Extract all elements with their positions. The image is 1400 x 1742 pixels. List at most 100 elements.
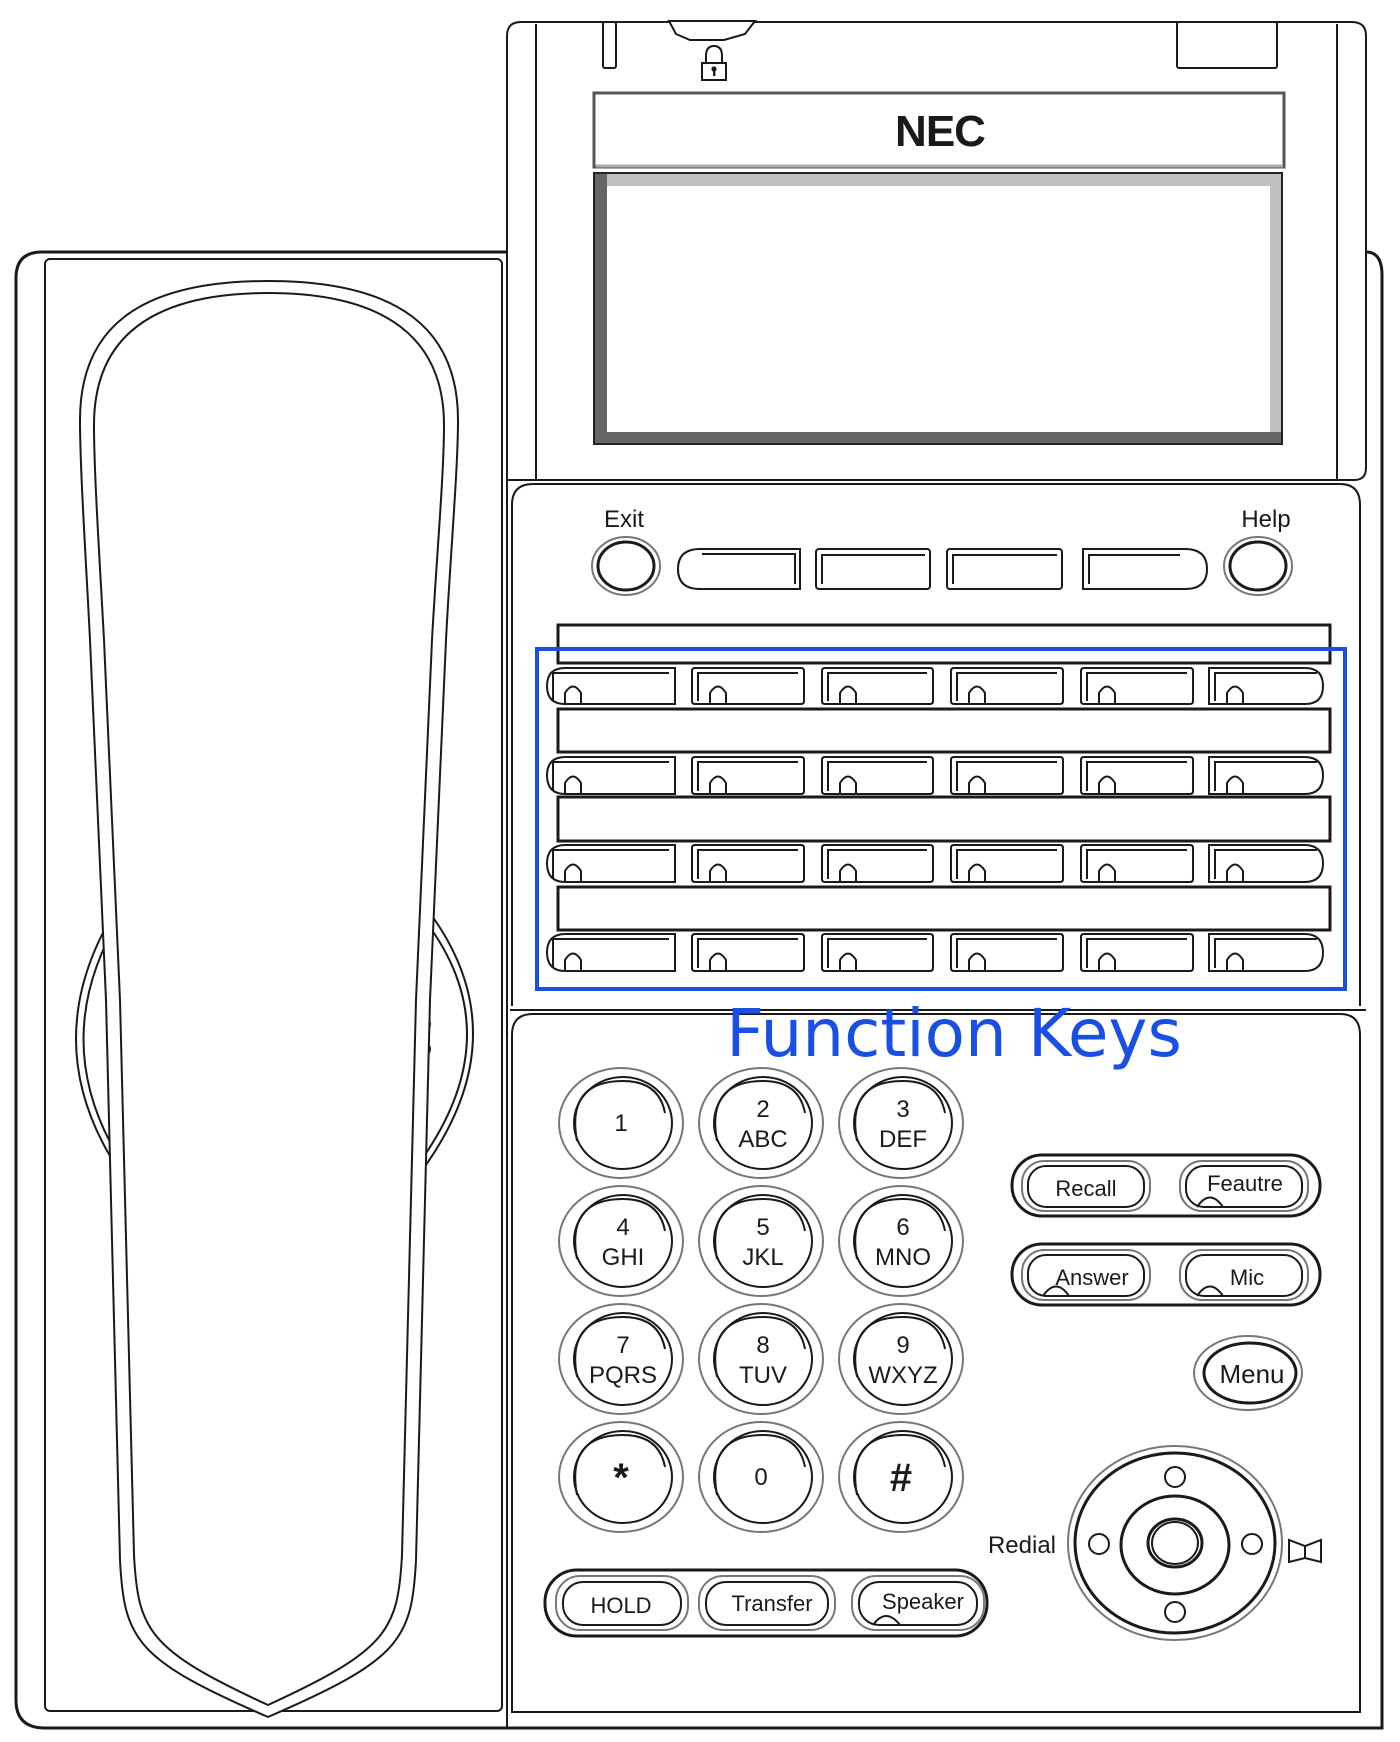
recall-button[interactable]: Recall [1027,1165,1145,1208]
softkey-4[interactable] [1082,548,1209,590]
dial-key-letters: MNO [875,1244,931,1271]
dial-key-2[interactable]: 2 ABC [698,1067,824,1179]
dial-key-letters: ABC [738,1126,787,1153]
dial-key-1[interactable]: 1 [558,1067,684,1179]
answer-label: Answer [1055,1265,1128,1290]
dial-key-3[interactable]: 3 DEF [838,1067,964,1179]
answer-button[interactable]: Answer [1027,1254,1145,1297]
recall-label: Recall [1055,1176,1116,1201]
dial-key-digit: * [613,1456,629,1500]
mic-button[interactable]: Mic [1185,1254,1303,1297]
function-key[interactable] [691,844,805,883]
exit-button[interactable] [591,536,661,596]
function-key[interactable] [821,756,934,795]
feature-button[interactable]: Feautre [1185,1165,1303,1208]
hold-label: HOLD [590,1593,651,1618]
dial-key-digit: 8 [756,1332,769,1359]
nav-ring[interactable] [1119,1494,1231,1596]
function-key[interactable] [950,844,1064,883]
function-key[interactable] [1208,667,1325,705]
menu-button[interactable]: Menu [1193,1335,1303,1411]
dial-key-digit: 2 [756,1096,769,1123]
status-led-slot [602,21,617,69]
nav-down-button[interactable] [1164,1601,1186,1623]
dial-key-letters: TUV [739,1362,787,1389]
top-right-tab [1176,21,1278,69]
dial-key-letters: GHI [602,1244,645,1271]
function-key[interactable] [545,933,676,972]
softkey-3[interactable] [946,548,1063,590]
nav-right-directory-button[interactable] [1241,1533,1263,1555]
function-key[interactable] [821,667,934,705]
function-key-label-strip [556,623,1332,665]
navigation-cursor [1067,1445,1283,1641]
help-button[interactable] [1223,536,1293,596]
feature-label: Feautre [1207,1171,1283,1196]
function-key[interactable] [691,933,805,972]
function-key[interactable] [1208,933,1325,972]
telephone-diagram: NEC Exit Help Function Keys 12ABC3DEF4GH… [14,20,1384,1730]
function-key[interactable] [1208,844,1325,883]
dial-key-0[interactable]: 0 [698,1421,824,1533]
dial-key-star[interactable]: * [558,1421,684,1533]
dial-key-digit: 1 [614,1110,627,1137]
dial-key-pound[interactable]: # [838,1421,964,1533]
brand-logo: NEC [895,107,985,156]
speaker-button[interactable]: Speaker [858,1581,978,1626]
function-key[interactable] [821,933,934,972]
function-key[interactable] [691,756,805,795]
function-key[interactable] [1080,756,1194,795]
nav-up-button[interactable] [1164,1466,1186,1488]
dial-key-5[interactable]: 5 JKL [698,1185,824,1297]
dial-key-letters: WXYZ [868,1362,937,1389]
dial-key-letters: JKL [742,1244,783,1271]
function-key[interactable] [1208,756,1325,795]
function-key[interactable] [1080,933,1194,972]
dial-key-letters: PQRS [589,1362,657,1389]
dial-key-digit: 6 [896,1214,909,1241]
function-keys-callout: Function Keys [726,995,1182,1072]
exit-label: Exit [604,506,644,533]
dial-key-digit: 3 [896,1096,909,1123]
function-key[interactable] [950,756,1064,795]
function-key-label-strip [556,885,1332,932]
softkey-1[interactable] [676,548,801,590]
function-keys-group [545,623,1332,972]
lcd-screen [593,172,1283,445]
menu-label: Menu [1219,1359,1284,1389]
function-key[interactable] [545,667,676,705]
handset[interactable] [78,279,460,1719]
display-head: NEC [506,20,1367,481]
dial-key-8[interactable]: 8 TUV [698,1303,824,1415]
function-key[interactable] [691,667,805,705]
dial-keypad: 1 2 ABC 3 DEF 4 GHI 5 JKL 6 MNO 7 PQRS 8 TUV 9 WXYZ * 0 # [558,1067,964,1533]
function-key[interactable] [1080,667,1194,705]
function-key[interactable] [545,844,676,883]
dial-key-digit: 9 [896,1332,909,1359]
redial-label: Redial [988,1532,1056,1559]
dial-key-digit: 0 [754,1464,767,1491]
dial-key-4[interactable]: 4 GHI [558,1185,684,1297]
dial-key-7[interactable]: 7 PQRS [558,1303,684,1415]
function-key[interactable] [1080,844,1194,883]
function-key[interactable] [950,933,1064,972]
dial-key-digit: 7 [616,1332,629,1359]
transfer-label: Transfer [731,1591,812,1616]
transfer-button[interactable]: Transfer [705,1581,829,1626]
dial-key-digit: # [890,1456,912,1500]
help-label: Help [1241,506,1290,533]
dial-key-6[interactable]: 6 MNO [838,1185,964,1297]
function-key[interactable] [950,667,1064,705]
function-key[interactable] [545,756,676,795]
dial-key-digit: 5 [756,1214,769,1241]
function-key-label-strip [556,795,1332,843]
mic-label: Mic [1230,1265,1264,1290]
speaker-label: Speaker [882,1589,964,1614]
nav-left-redial-button[interactable] [1088,1533,1110,1555]
book-icon [1288,1538,1322,1564]
function-key[interactable] [821,844,934,883]
hold-button[interactable]: HOLD [562,1581,682,1626]
nav-enter-button[interactable] [1146,1517,1204,1569]
dial-key-9[interactable]: 9 WXYZ [838,1303,964,1415]
softkey-2[interactable] [815,548,931,590]
